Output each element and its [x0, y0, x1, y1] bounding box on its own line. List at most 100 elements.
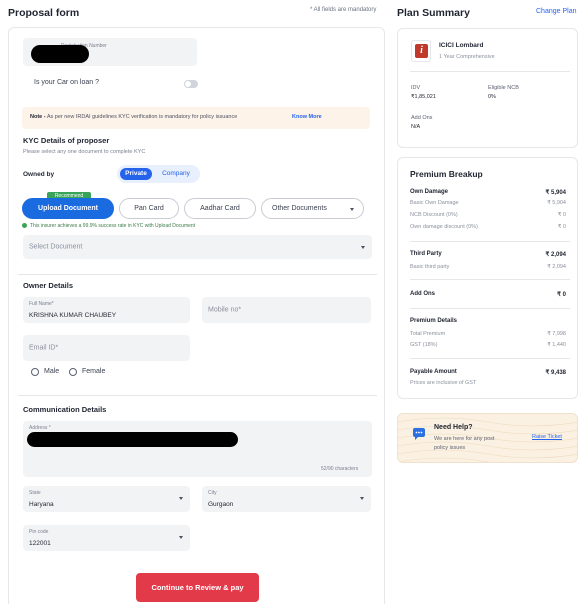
ncb-discount-label: NCB Discount (0%)	[410, 212, 458, 218]
female-label: Female	[82, 368, 106, 375]
pincode-label: Pin code	[29, 529, 49, 535]
third-party-label: Third Party	[410, 251, 442, 257]
chat-bubble-icon	[413, 428, 425, 440]
change-plan-link[interactable]: Change Plan	[536, 8, 576, 15]
city-dropdown[interactable]: City Gurgaon	[202, 486, 371, 512]
card-divider	[410, 279, 570, 280]
basic-third-party-label: Basic third party	[410, 264, 450, 270]
state-label: State	[29, 490, 41, 496]
check-circle-icon	[22, 223, 27, 228]
kyc-success-line: This insurer achieves a 99.9% success ra…	[22, 223, 195, 229]
owner-details-heading: Owner Details	[23, 281, 74, 290]
need-help-text-2: policy issues	[434, 445, 466, 451]
section-divider	[18, 395, 377, 396]
pincode-value: 122001	[29, 540, 51, 547]
add-ons-label: Add Ons	[410, 291, 435, 297]
owned-by-company[interactable]: Company	[157, 168, 195, 180]
know-more-link[interactable]: Know More	[292, 114, 322, 120]
gst-inclusive-note: Prices are inclusive of GST	[410, 380, 477, 386]
card-divider	[410, 71, 570, 72]
email-field[interactable]: Email ID*	[23, 335, 190, 361]
redacted-address	[27, 432, 238, 447]
upload-document-option[interactable]: Upload Document	[22, 198, 114, 219]
od-discount-value: ₹ 0	[557, 224, 566, 230]
full-name-value: KRISHNA KUMAR CHAUBEY	[29, 312, 117, 319]
chevron-down-icon	[361, 246, 365, 249]
select-document-placeholder: Select Document	[29, 243, 83, 251]
state-value: Haryana	[29, 501, 54, 508]
plan-summary-title: Plan Summary	[397, 7, 470, 19]
card-divider	[410, 358, 570, 359]
third-party-value: ₹ 2,094	[545, 252, 567, 258]
section-divider	[18, 274, 377, 275]
kyc-note-banner: Note - As per new IRDAI guidelines KYC v…	[22, 107, 370, 129]
plan-type: 1 Year Comprehensive	[439, 54, 495, 60]
premium-breakup-card: Premium Breakup Own Damage ₹ 5,904 Basic…	[397, 157, 578, 399]
city-value: Gurgaon	[208, 501, 234, 508]
car-loan-toggle[interactable]	[184, 80, 198, 88]
total-premium-label: Total Premium	[410, 331, 446, 337]
mandatory-note: * All fields are mandatory	[310, 7, 377, 13]
proposal-form-card: Registration Number Is your Car on loan …	[8, 27, 385, 604]
mobile-placeholder: Mobile no*	[208, 306, 242, 314]
owned-by-private[interactable]: Private	[120, 168, 152, 180]
full-name-label: Full Name*	[29, 301, 54, 307]
kyc-success-text: This insurer achieves a 99.9% success ra…	[30, 223, 196, 229]
basic-third-party-value: ₹ 2,094	[547, 264, 566, 270]
address-field[interactable]: Address * 52/90 characters	[23, 421, 372, 477]
basic-own-damage-label: Basic Own Damage	[410, 200, 459, 206]
addons-value: N/A	[411, 124, 421, 130]
own-damage-value: ₹ 5,904	[545, 190, 567, 196]
select-document-dropdown[interactable]: Select Document	[23, 235, 372, 259]
male-radio[interactable]	[31, 368, 39, 376]
payable-amount-value: ₹ 9,438	[545, 370, 567, 376]
note-prefix: Note -	[30, 114, 46, 120]
plan-summary-card: i ICICI Lombard 1 Year Comprehensive IDV…	[397, 28, 578, 148]
aadhar-card-option[interactable]: Aadhar Card	[184, 198, 256, 219]
raise-ticket-link[interactable]: Raise Ticket	[532, 434, 562, 440]
basic-own-damage-value: ₹ 5,904	[547, 200, 566, 206]
gst-value: ₹ 1,440	[547, 342, 566, 348]
state-dropdown[interactable]: State Haryana	[23, 486, 190, 512]
ncb-label: Eligible NCB	[488, 85, 519, 91]
kyc-heading: KYC Details of proposer	[23, 136, 110, 145]
premium-breakup-title: Premium Breakup	[410, 169, 483, 179]
gst-label: GST (18%)	[410, 342, 438, 348]
full-name-field[interactable]: Full Name* KRISHNA KUMAR CHAUBEY	[23, 297, 190, 323]
continue-review-pay-button[interactable]: Continue to Review & pay	[136, 573, 259, 602]
own-damage-label: Own Damage	[410, 189, 449, 195]
pan-card-option[interactable]: Pan Card	[119, 198, 179, 219]
ncb-discount-value: ₹ 0	[557, 212, 566, 218]
car-loan-label: Is your Car on loan ?	[34, 79, 99, 86]
ncb-value: 0%	[488, 94, 496, 100]
pincode-dropdown[interactable]: Pin code 122001	[23, 525, 190, 551]
total-premium-value: ₹ 7,998	[547, 331, 566, 337]
need-help-text-1: We are here for any post	[434, 436, 495, 442]
addons-label: Add Ons	[411, 115, 433, 121]
chevron-down-icon	[360, 497, 364, 500]
address-label: Address *	[29, 425, 51, 431]
city-label: City	[208, 490, 217, 496]
need-help-card: Need Help? We are here for any post poli…	[397, 413, 578, 463]
od-discount-label: Own damage discount (0%)	[410, 224, 478, 230]
card-divider	[410, 241, 570, 242]
chevron-down-icon	[350, 208, 354, 211]
mobile-field[interactable]: Mobile no*	[202, 297, 371, 323]
redacted-registration	[31, 45, 89, 63]
insurer-name: ICICI Lombard	[439, 42, 484, 49]
chevron-down-icon	[179, 497, 183, 500]
owned-by-label: Owned by	[23, 171, 55, 178]
need-help-title: Need Help?	[434, 424, 473, 431]
idv-value: ₹1,85,021	[411, 94, 436, 100]
icici-lombard-logo: i	[411, 40, 431, 62]
kyc-subtext: Please select any one document to comple…	[23, 149, 146, 155]
idv-label: IDV	[411, 85, 421, 91]
other-documents-option[interactable]: Other Documents	[261, 198, 364, 219]
premium-details-label: Premium Details	[410, 318, 458, 324]
chevron-down-icon	[179, 536, 183, 539]
page-title: Proposal form	[8, 7, 80, 19]
communication-heading: Communication Details	[23, 405, 107, 414]
female-radio[interactable]	[69, 368, 77, 376]
payable-amount-label: Payable Amount	[410, 369, 457, 375]
address-char-count: 52/90 characters	[321, 466, 359, 472]
